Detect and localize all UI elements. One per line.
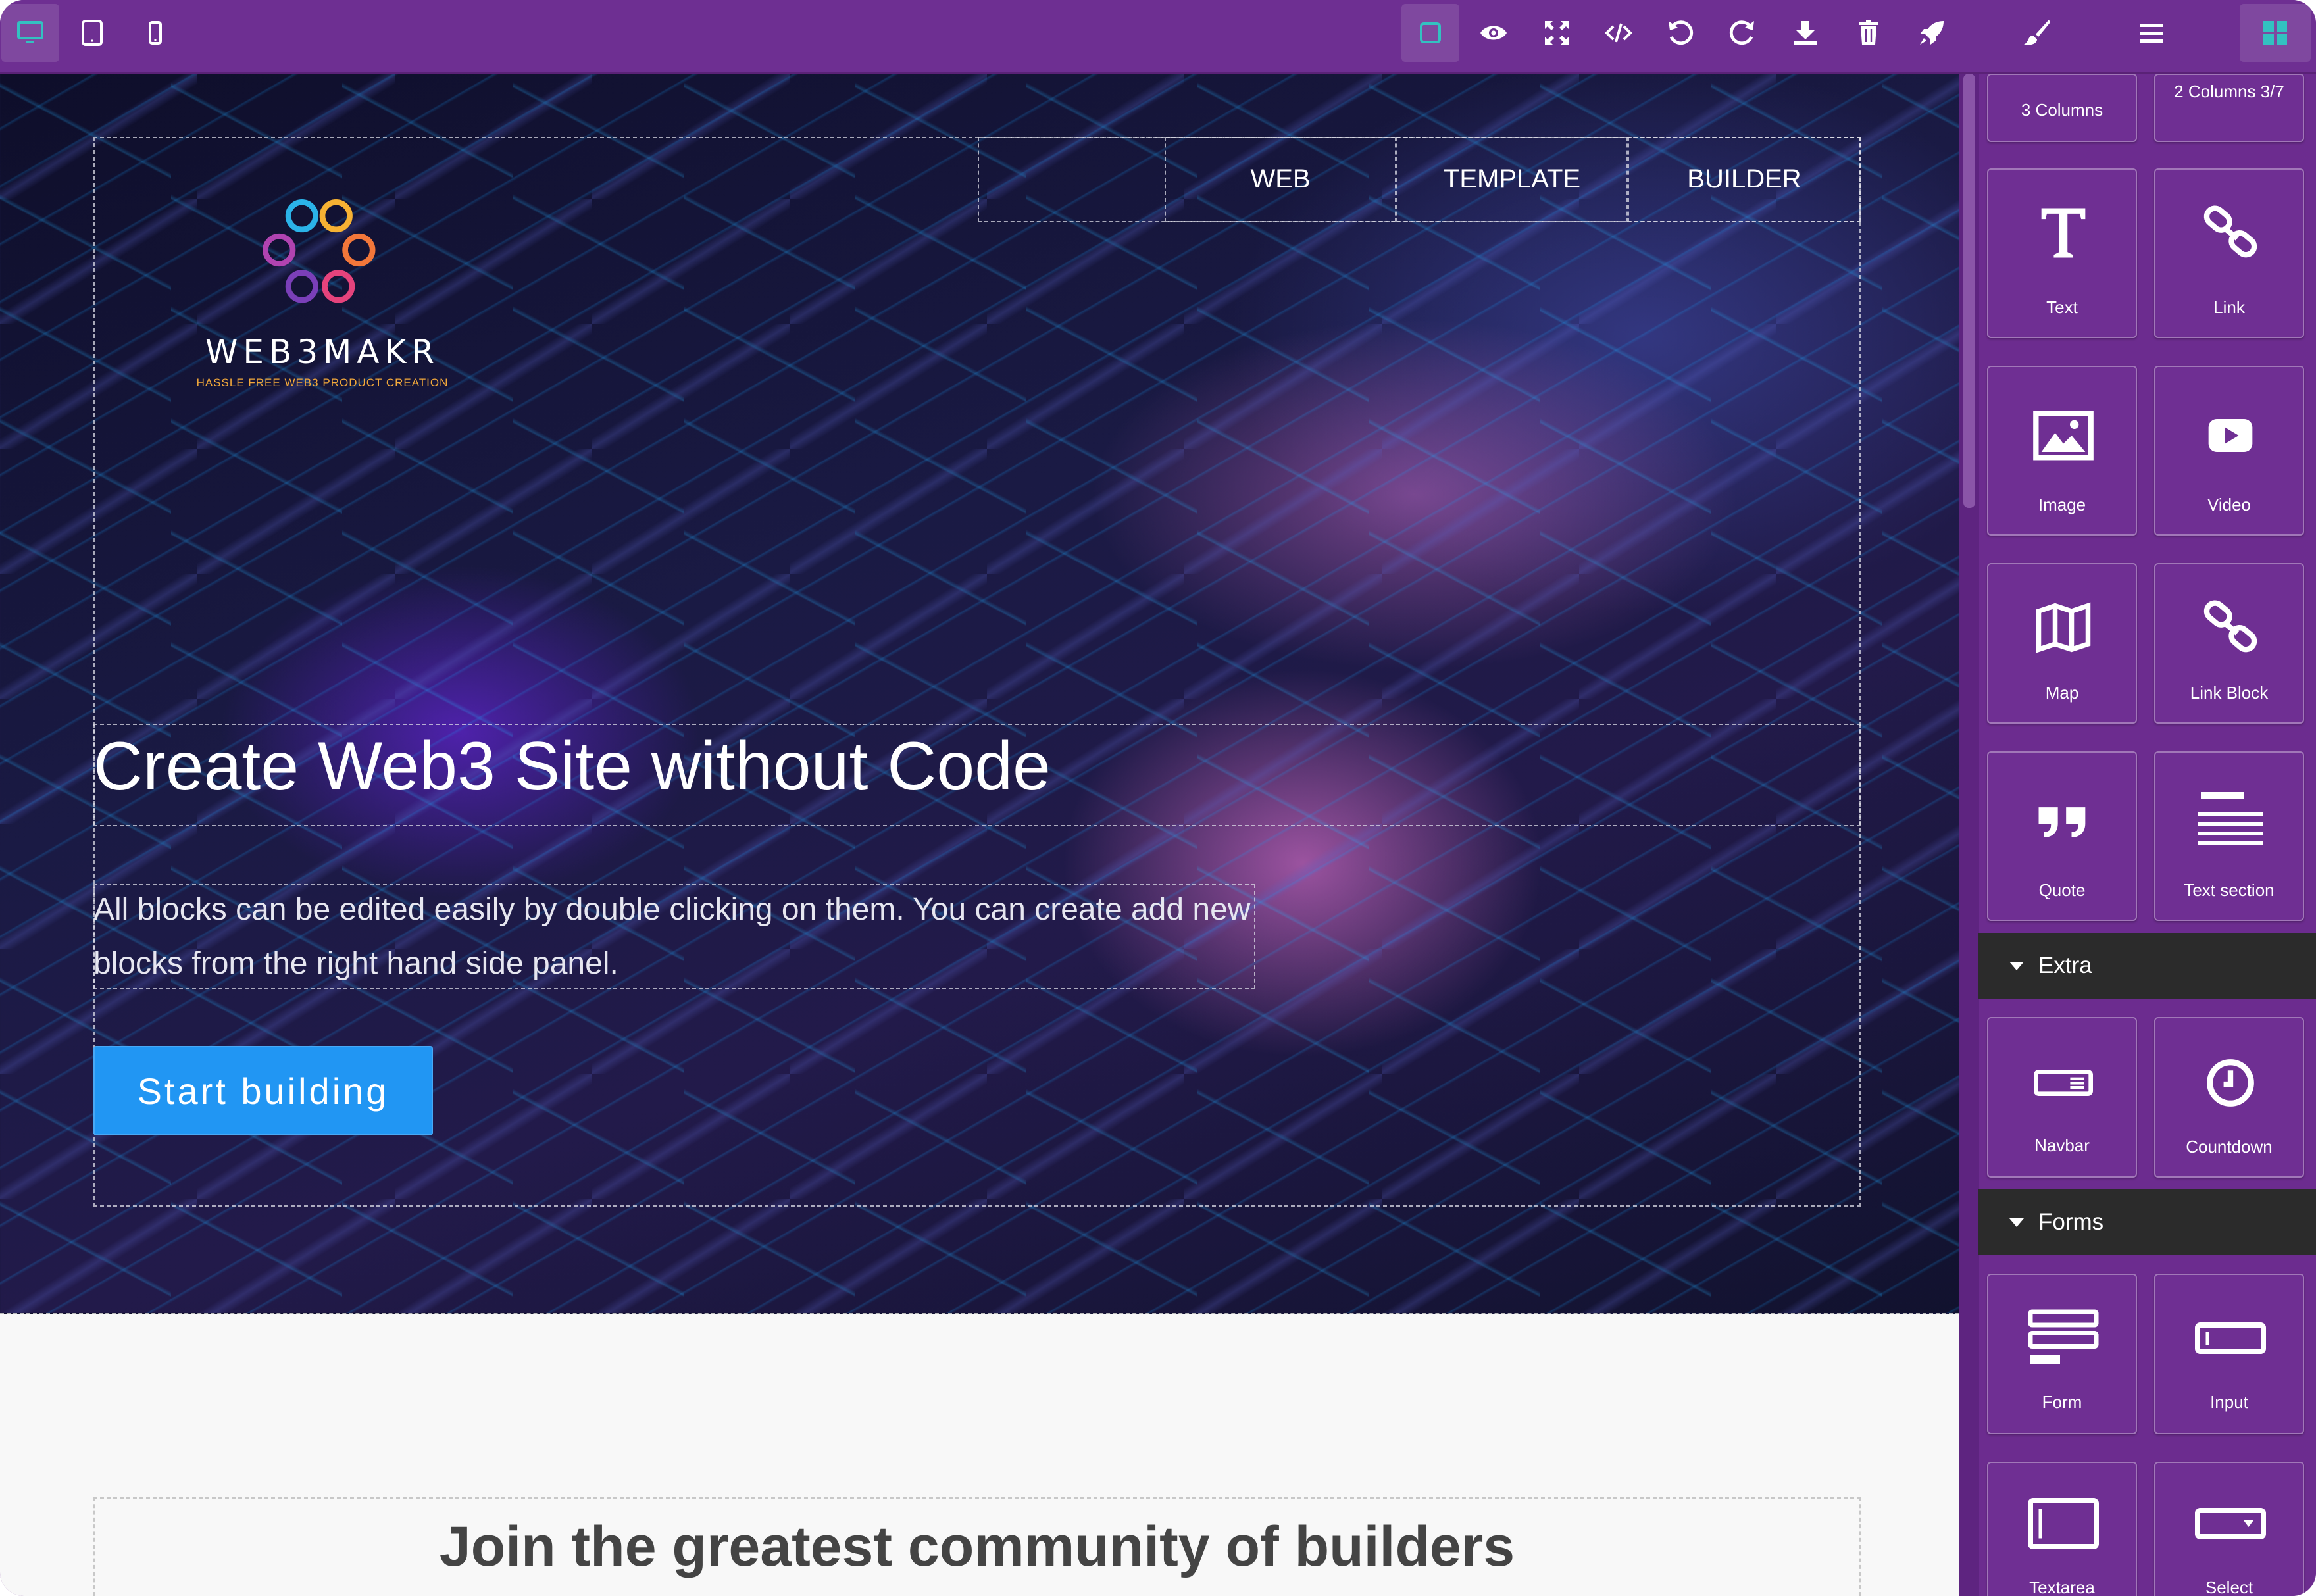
- video-icon: [2208, 419, 2253, 452]
- brand-logo[interactable]: WEB3MAKR HASSLE FREE WEB3 PRODUCT CREATI…: [191, 191, 454, 467]
- start-building-button[interactable]: Start building: [93, 1046, 433, 1135]
- block-label: 2 Columns 3/7: [2174, 82, 2284, 101]
- block-label: Video: [2207, 495, 2252, 514]
- block-label: Image: [2038, 495, 2086, 514]
- input-icon: [2195, 1322, 2266, 1354]
- panel-scrollbar-thumb[interactable]: [1963, 74, 1975, 508]
- caret-down-icon: [2009, 961, 2024, 970]
- map-icon: [2036, 602, 2091, 653]
- tablet-icon[interactable]: [63, 4, 121, 62]
- hero-section[interactable]: WEB3MAKR HASSLE FREE WEB3 PRODUCT CREATI…: [0, 74, 1959, 1314]
- block-label: Quote: [2038, 880, 2086, 900]
- navbar-icon: [2034, 1070, 2093, 1096]
- nav-link-builder[interactable]: BUILDER: [1628, 137, 1861, 221]
- style-manager-icon[interactable]: [2008, 4, 2066, 62]
- caret-down-icon: [2009, 1218, 2024, 1227]
- mobile-icon[interactable]: [126, 4, 184, 62]
- code-icon[interactable]: [1590, 4, 1648, 62]
- undo-icon[interactable]: [1651, 4, 1709, 62]
- block-video[interactable]: Video: [2154, 366, 2304, 536]
- image-icon: [2033, 411, 2094, 461]
- block-form[interactable]: Form: [1987, 1274, 2137, 1434]
- logo-wordmark: WEB3MAKR: [205, 333, 440, 371]
- block-link-block[interactable]: Link Block: [2154, 563, 2304, 724]
- block-image[interactable]: Image: [1987, 366, 2137, 536]
- preview-icon[interactable]: [1465, 4, 1523, 62]
- block-text[interactable]: Text: [1987, 168, 2137, 338]
- editor-canvas[interactable]: WEB3MAKR HASSLE FREE WEB3 PRODUCT CREATI…: [0, 74, 1959, 1596]
- block-select[interactable]: Select: [2154, 1462, 2304, 1596]
- block-label: Textarea: [2029, 1578, 2095, 1596]
- block-textarea[interactable]: Textarea: [1987, 1462, 2137, 1596]
- block-label: Countdown: [2186, 1137, 2273, 1157]
- block-label: Select: [2205, 1578, 2253, 1596]
- block-link[interactable]: Link: [2154, 168, 2304, 338]
- block-quote[interactable]: Quote: [1987, 751, 2137, 921]
- category-forms[interactable]: Forms: [1978, 1189, 2316, 1255]
- top-toolbar: [0, 0, 2316, 74]
- block-label: 3 Columns: [2021, 100, 2103, 120]
- download-icon[interactable]: [1776, 4, 1834, 62]
- text-icon: [2041, 208, 2086, 258]
- block-input[interactable]: Input: [2154, 1274, 2304, 1434]
- block-countdown[interactable]: Countdown: [2154, 1017, 2304, 1178]
- knot-logo-icon: [263, 199, 376, 303]
- logo-tagline: HASSLE FREE WEB3 PRODUCT CREATION: [196, 376, 449, 389]
- form-icon: [2028, 1309, 2099, 1364]
- link-block-icon: [2203, 600, 2257, 653]
- block-2-columns-3-7[interactable]: 2 Columns 3/7: [2154, 74, 2304, 142]
- block-label: Text: [2046, 297, 2078, 317]
- hero-title[interactable]: Create Web3 Site without Code: [93, 728, 1051, 806]
- block-label: Input: [2210, 1392, 2248, 1412]
- block-label: Text section: [2184, 880, 2275, 900]
- publish-icon[interactable]: [1903, 4, 1961, 62]
- category-extra[interactable]: Extra: [1978, 933, 2316, 999]
- fullscreen-icon[interactable]: [1528, 4, 1586, 62]
- block-label: Form: [2042, 1392, 2082, 1412]
- clock-icon: [2207, 1059, 2254, 1107]
- block-map[interactable]: Map: [1987, 563, 2137, 724]
- block-label: Map: [2045, 683, 2079, 703]
- link-icon: [2203, 205, 2257, 258]
- quote-icon: [2038, 807, 2086, 837]
- textarea-icon: [2028, 1498, 2099, 1549]
- blocks-icon[interactable]: [2240, 4, 2311, 62]
- category-label: Forms: [2038, 1209, 2104, 1235]
- hero-text[interactable]: All blocks can be edited easily by doubl…: [93, 883, 1251, 991]
- trash-icon[interactable]: [1840, 4, 1898, 62]
- block-navbar[interactable]: Navbar: [1987, 1017, 2137, 1178]
- block-label: Link Block: [2190, 683, 2269, 703]
- block-3-columns[interactable]: 3 Columns: [1987, 74, 2137, 142]
- layer-manager-icon[interactable]: [2123, 4, 2180, 62]
- desktop-icon[interactable]: [1, 4, 59, 62]
- redo-icon[interactable]: [1713, 4, 1771, 62]
- category-label: Extra: [2038, 953, 2092, 978]
- editor-app: WEB3MAKR HASSLE FREE WEB3 PRODUCT CREATI…: [0, 0, 2316, 1596]
- text-section-icon: [2198, 792, 2263, 845]
- nav-link-template[interactable]: TEMPLATE: [1396, 137, 1628, 221]
- block-label: Navbar: [2034, 1135, 2090, 1155]
- sw-visibility-icon[interactable]: [1401, 4, 1459, 62]
- block-label: Link: [2213, 297, 2245, 317]
- community-title[interactable]: Join the greatest community of builders: [93, 1514, 1861, 1580]
- block-text-section[interactable]: Text section: [2154, 751, 2304, 921]
- select-icon: [2195, 1508, 2266, 1539]
- nav-link-web[interactable]: WEB: [1165, 137, 1396, 221]
